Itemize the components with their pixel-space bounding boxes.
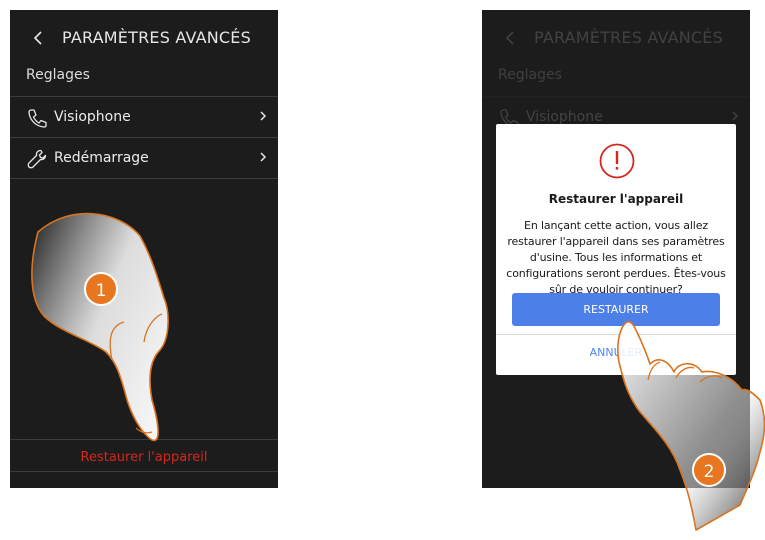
chevron-right-icon xyxy=(732,111,739,121)
header: PARAMÈTRES AVANCÉS xyxy=(482,24,750,54)
divider xyxy=(10,439,278,440)
menu-item-label: Visiophone xyxy=(526,109,603,125)
menu-item-visiophone[interactable]: Visiophone xyxy=(10,97,278,137)
warning-icon xyxy=(599,143,635,179)
cancel-button[interactable]: ANNULER xyxy=(496,346,736,359)
wrench-icon xyxy=(27,149,47,169)
header: PARAMÈTRES AVANCÉS xyxy=(10,24,278,54)
device-screen-right: PARAMÈTRES AVANCÉS Reglages Visiophone R… xyxy=(482,10,750,488)
menu-item-label: Visiophone xyxy=(54,109,131,125)
chevron-right-icon xyxy=(260,152,267,162)
chevron-left-icon[interactable] xyxy=(28,26,48,50)
chevron-right-icon xyxy=(260,111,267,121)
dialog-message: En lançant cette action, vous allez rest… xyxy=(506,219,726,296)
device-screen-left: PARAMÈTRES AVANCÉS Reglages Visiophone R… xyxy=(10,10,278,488)
chevron-left-icon xyxy=(505,31,514,45)
page-title: PARAMÈTRES AVANCÉS xyxy=(62,28,251,47)
section-label: Reglages xyxy=(498,67,562,83)
section-label: Reglages xyxy=(26,67,90,83)
page-title: PARAMÈTRES AVANCÉS xyxy=(534,28,723,47)
step-badge-2: 2 xyxy=(692,453,726,487)
divider xyxy=(10,471,278,472)
phone-icon xyxy=(28,109,47,128)
menu-item-redemarrage[interactable]: Redémarrage xyxy=(10,138,278,178)
restore-confirm-dialog: Restaurer l'appareil En lançant cette ac… xyxy=(496,124,736,375)
divider xyxy=(496,334,736,335)
restore-confirm-button[interactable]: RESTAURER xyxy=(512,293,720,326)
menu-item-label: Redémarrage xyxy=(54,150,149,166)
step-badge-1: 1 xyxy=(84,272,118,306)
dialog-title: Restaurer l'appareil xyxy=(548,192,684,206)
restore-device-button[interactable]: Restaurer l'appareil xyxy=(10,450,278,465)
divider xyxy=(10,178,278,179)
